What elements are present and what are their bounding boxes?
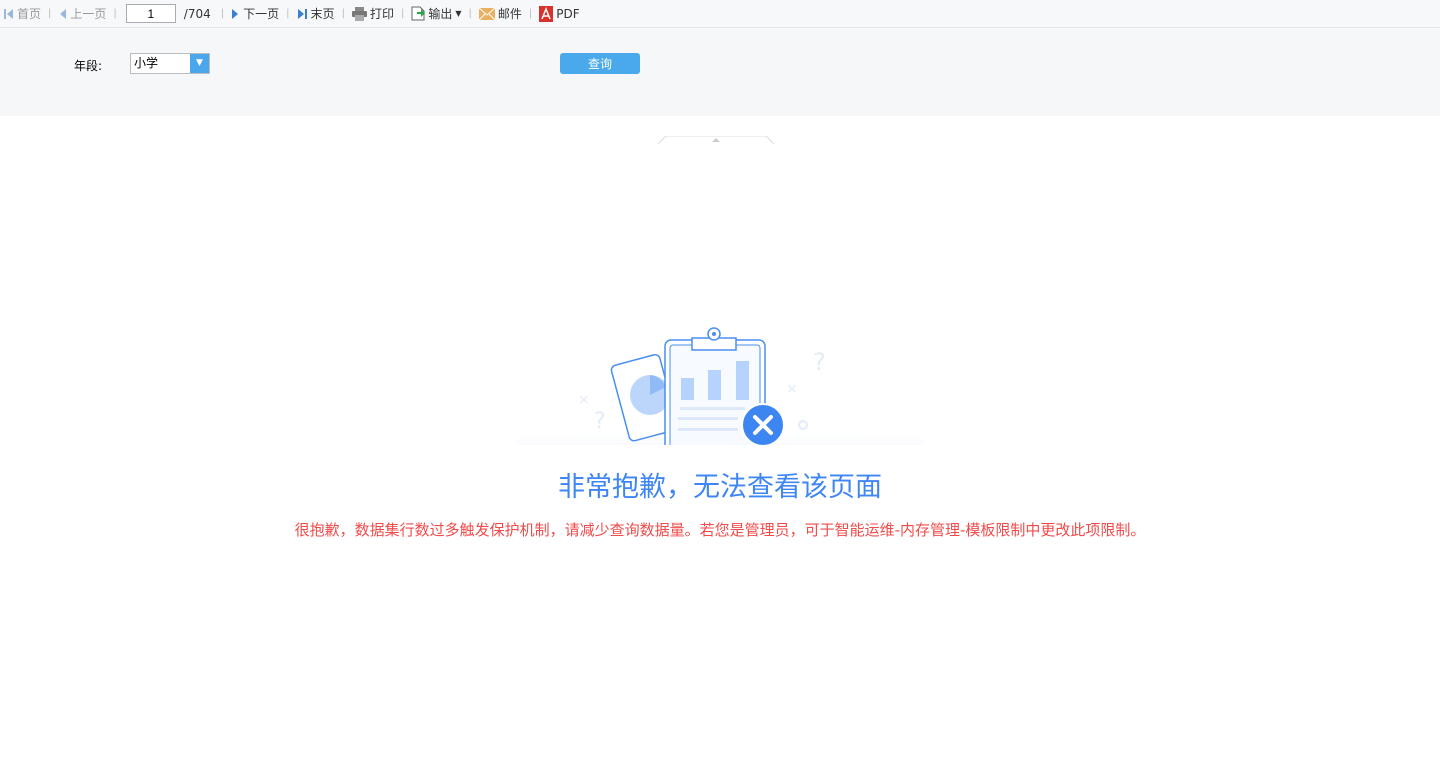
- first-page-button[interactable]: 首页: [4, 5, 41, 22]
- export-label: 输出: [428, 7, 453, 21]
- svg-text:?: ?: [594, 409, 606, 434]
- svg-text:×: ×: [578, 392, 590, 408]
- prev-page-label: 上一页: [70, 7, 107, 21]
- collapse-panel-handle[interactable]: [658, 136, 774, 144]
- svg-text:?: ?: [813, 348, 826, 376]
- chevron-down-icon[interactable]: ▼: [190, 54, 209, 73]
- page-number-input[interactable]: [125, 4, 176, 23]
- grade-label: 年段:: [74, 59, 103, 73]
- mail-button[interactable]: 邮件: [478, 5, 522, 22]
- prev-page-icon: [60, 8, 67, 19]
- prev-page-button[interactable]: 上一页: [58, 5, 106, 22]
- svg-text:×: ×: [786, 381, 798, 397]
- print-label: 打印: [369, 7, 394, 21]
- grade-select-value: 小学: [134, 56, 159, 70]
- last-page-icon: [297, 8, 307, 19]
- error-message: 很抱歉，数据集行数过多触发保护机制，请减少查询数据量。若您是管理员，可于智能运维…: [294, 521, 1146, 539]
- printer-icon: [351, 6, 367, 21]
- error-title: 非常抱歉，无法查看该页面: [558, 472, 882, 503]
- error-illustration: ? ? × ×: [515, 327, 925, 445]
- total-pages: /704: [183, 6, 211, 21]
- export-button[interactable]: 输出 ▼: [411, 5, 462, 22]
- next-page-button[interactable]: 下一页: [231, 5, 279, 22]
- pdf-button[interactable]: PDF: [539, 5, 580, 22]
- report-toolbar: 首页 | 上一页 | /704 | 下一页 | 末页 | 打印 | 输出▼ | …: [0, 0, 1440, 28]
- query-button[interactable]: 查询: [560, 53, 640, 74]
- parameter-panel: 年段: 小学 ▼ 查询: [0, 28, 1440, 144]
- grade-select[interactable]: 小学 ▼: [130, 53, 210, 74]
- next-page-label: 下一页: [243, 7, 280, 21]
- chevron-down-icon: ▼: [455, 9, 462, 18]
- first-page-label: 首页: [17, 7, 42, 21]
- pdf-label: PDF: [556, 6, 580, 21]
- last-page-button[interactable]: 末页: [297, 5, 335, 22]
- first-page-icon: [4, 8, 13, 19]
- export-icon: [411, 6, 426, 21]
- next-page-icon: [232, 8, 239, 19]
- mail-label: 邮件: [497, 7, 522, 21]
- mail-icon: [478, 7, 495, 20]
- print-button[interactable]: 打印: [351, 5, 394, 22]
- last-page-label: 末页: [310, 7, 335, 21]
- pdf-icon: [539, 5, 554, 22]
